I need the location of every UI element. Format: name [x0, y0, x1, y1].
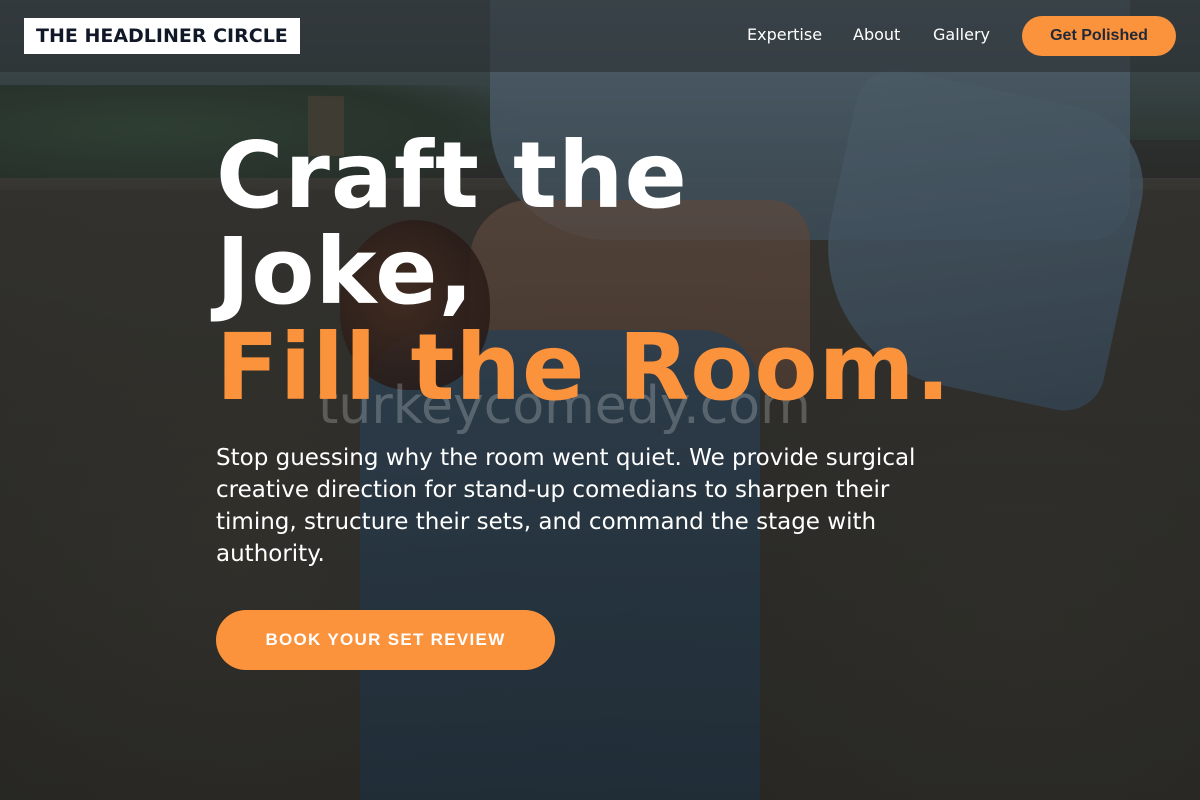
hero-title-line-3: Fill the Room. [216, 314, 952, 421]
nav-link-about[interactable]: About [853, 24, 900, 46]
nav-link-gallery[interactable]: Gallery [933, 24, 990, 46]
site-header: THE HEADLINER CIRCLE Expertise About Gal… [0, 0, 1200, 72]
hero-title: Craft the Joke, Fill the Room. [216, 128, 1016, 416]
site-logo[interactable]: THE HEADLINER CIRCLE [24, 18, 300, 54]
hero-subtitle: Stop guessing why the room went quiet. W… [216, 445, 916, 567]
nav-link-expertise[interactable]: Expertise [747, 24, 822, 46]
hero-title-line-2: Joke, [216, 218, 475, 325]
hero-title-line-1: Craft the [216, 122, 688, 229]
get-polished-button[interactable]: Get Polished [1022, 16, 1176, 56]
book-set-review-button[interactable]: BOOK YOUR SET REVIEW [216, 610, 555, 670]
